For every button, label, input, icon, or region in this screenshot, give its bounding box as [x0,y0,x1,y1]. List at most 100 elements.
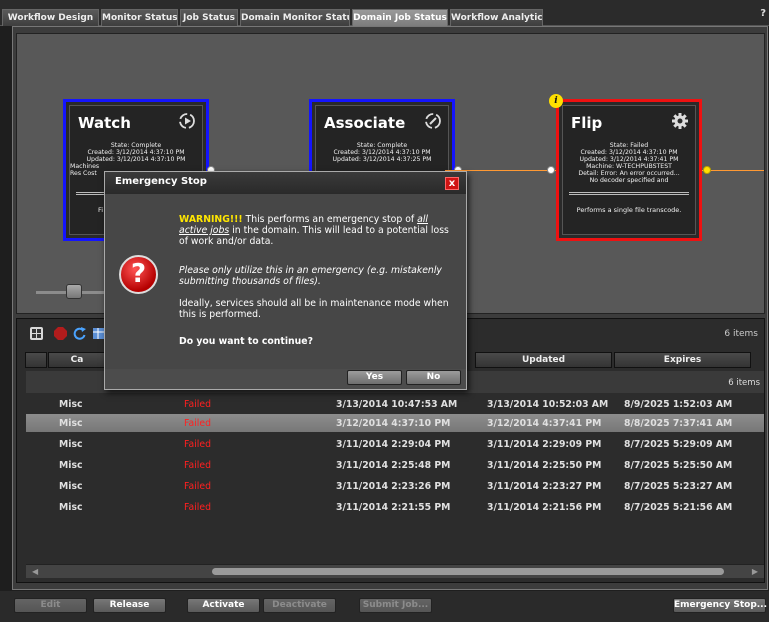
cell-category: Misc [59,460,83,471]
node-detail-line: Created: 3/12/2014 4:37:10 PM [580,149,678,156]
cell-updated: 3/13/2014 10:52:03 AM [487,399,609,410]
maintenance-note: Ideally, services should all be in maint… [179,298,449,320]
play-cycle-icon [179,113,195,129]
cell-category: Misc [59,399,83,410]
cell-updated: 3/11/2014 2:29:09 PM [487,439,602,450]
cell-expires: 8/7/2025 5:21:56 AM [624,502,733,513]
horizontal-scrollbar[interactable]: ◀ ▶ [26,564,764,578]
node-detail-line: Updated: 3/12/2014 4:37:25 PM [332,156,432,163]
cell-updated: 3/12/2014 4:37:41 PM [487,418,602,429]
cell-expires: 8/9/2025 1:52:03 AM [624,399,733,410]
output-port[interactable] [703,166,711,174]
node-flip[interactable]: Flip State: Failed Created: 3/12/2014 4:… [556,99,702,241]
scroll-right-icon[interactable]: ▶ [752,567,758,576]
cell-updated: 3/11/2014 2:23:27 PM [487,481,602,492]
cell-state: Failed [184,418,211,429]
emergency-stop-button[interactable]: Emergency Stop... [673,598,767,613]
column-header[interactable] [25,352,47,368]
deactivate-button[interactable]: Deactivate [263,598,336,613]
node-details: State: Failed Created: 3/12/2014 4:37:10… [563,142,695,184]
cell-created: 3/11/2014 2:21:55 PM [336,502,451,513]
cell-created: 3/13/2014 10:47:53 AM [336,399,458,410]
stop-icon[interactable] [54,327,67,340]
cell-created: 3/11/2014 2:23:26 PM [336,481,451,492]
cell-created: 3/11/2014 2:29:04 PM [336,439,451,450]
cell-created: 3/11/2014 2:25:48 PM [336,460,451,471]
scroll-left-icon[interactable]: ◀ [32,567,38,576]
table-row-selected[interactable]: Misc Failed 3/12/2014 4:37:10 PM 3/12/20… [26,414,764,432]
node-detail-line: Machines [70,163,100,170]
tab-domain-monitor-status[interactable]: Domain Monitor Status [240,9,350,26]
cell-category: Misc [59,481,83,492]
node-detail-line: State: Complete [110,142,162,149]
tab-monitor-status[interactable]: Monitor Status [101,9,178,26]
column-header-expires[interactable]: Expires [614,352,751,368]
cell-expires: 8/8/2025 7:37:41 AM [624,418,733,429]
emergency-note: Please only utilize this in an emergency… [179,265,442,287]
group-count: 6 items [728,378,760,388]
attach-cycle-icon [425,113,441,129]
tab-domain-job-status[interactable]: Domain Job Status [352,9,448,26]
scrollbar-thumb[interactable] [212,568,724,575]
cell-expires: 8/7/2025 5:23:27 AM [624,481,733,492]
help-icon[interactable]: ? [760,8,766,19]
node-detail-line: Created: 3/12/2014 4:37:10 PM [333,149,431,156]
node-detail-line: State: Failed [609,142,649,149]
tab-workflow-analytics[interactable]: Workflow Analytics [450,9,543,26]
warning-text: WARNING!!! This performs an emergency st… [179,214,451,247]
cell-expires: 8/7/2025 5:29:09 AM [624,439,733,450]
warning-label: WARNING!!! [179,214,243,225]
node-detail-line: State: Complete [356,142,408,149]
cell-state: Failed [184,481,211,492]
table-row[interactable]: Misc Failed 3/11/2014 2:21:55 PM 3/11/20… [26,498,764,516]
table-row[interactable]: Misc Failed 3/11/2014 2:29:04 PM 3/11/20… [26,435,764,453]
node-title: Flip [571,114,603,132]
edit-button[interactable]: Edit [14,598,87,613]
node-detail-line: Updated: 3/12/2014 4:37:10 PM [86,156,186,163]
group-view-icon[interactable] [30,327,43,340]
cell-state: Failed [184,399,211,410]
dialog-title: Emergency Stop [105,172,466,194]
node-divider [569,192,689,195]
question-icon: ? [119,255,158,294]
node-detail-line: Machine: W-TECHPUBSTEST [586,163,672,170]
close-icon[interactable]: x [445,177,459,190]
table-row[interactable]: Misc Failed 3/13/2014 10:47:53 AM 3/13/2… [26,395,764,413]
tab-job-status[interactable]: Job Status [180,9,238,26]
yes-button[interactable]: Yes [347,370,402,385]
node-detail-line: No decoder specified and [589,177,669,184]
node-details: State: Complete Created: 3/12/2014 4:37:… [316,142,448,163]
cell-category: Misc [59,439,83,450]
table-row[interactable]: Misc Failed 3/11/2014 2:23:26 PM 3/11/20… [26,477,764,495]
activate-button[interactable]: Activate [187,598,260,613]
cell-updated: 3/11/2014 2:25:50 PM [487,460,602,471]
release-button[interactable]: Release [93,598,166,613]
column-header-category[interactable]: Ca [48,352,106,368]
submit-job-button[interactable]: Submit Job... [359,598,432,613]
no-button[interactable]: No [406,370,461,385]
node-detail-line: Created: 3/12/2014 4:37:10 PM [87,149,185,156]
table-row[interactable]: Misc Failed 3/11/2014 2:25:48 PM 3/11/20… [26,456,764,474]
tab-workflow-design[interactable]: Workflow Design [2,9,99,26]
cell-state: Failed [184,460,211,471]
refresh-icon[interactable] [73,327,86,340]
cell-category: Misc [59,418,83,429]
node-title: Associate [324,114,406,132]
continue-question: Do you want to continue? [179,336,313,347]
node-detail-line: Detail: Error: An error occurred... [578,170,680,177]
node-description: Performs a single file transcode. [576,206,682,214]
cell-state: Failed [184,439,211,450]
cell-category: Misc [59,502,83,513]
column-header-updated[interactable]: Updated [475,352,612,368]
input-port[interactable] [547,166,555,174]
zoom-slider-thumb[interactable] [66,284,82,299]
gear-icon [672,113,688,129]
items-count: 6 items [724,329,758,339]
emergency-stop-dialog: Emergency Stop x ? WARNING!!! This perfo… [104,171,467,390]
info-badge-icon[interactable]: i [549,94,563,108]
cell-created: 3/12/2014 4:37:10 PM [336,418,451,429]
cell-updated: 3/11/2014 2:21:56 PM [487,502,602,513]
dialog-body: ? WARNING!!! This performs an emergency … [105,194,466,369]
cell-expires: 8/7/2025 5:25:50 AM [624,460,733,471]
node-detail-line: Updated: 3/12/2014 4:37:41 PM [579,156,679,163]
